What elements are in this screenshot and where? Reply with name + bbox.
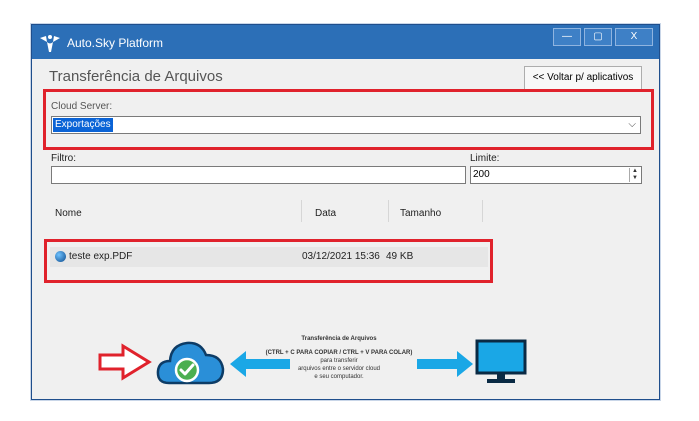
column-separator bbox=[301, 200, 302, 222]
app-logo-icon bbox=[40, 35, 60, 52]
highlight-box-file-row bbox=[44, 239, 493, 283]
app-window: Auto.Sky Platform — ▢ X Transferência de… bbox=[31, 24, 660, 400]
spinner-arrows-icon[interactable]: ▲ ▼ bbox=[629, 168, 640, 182]
filter-label: Filtro: bbox=[51, 153, 76, 164]
app-title: Auto.Sky Platform bbox=[67, 36, 164, 50]
window-controls: — ▢ X bbox=[553, 28, 653, 46]
transfer-instructions: Transferência de Arquivos (CTRL + C PARA… bbox=[259, 335, 419, 381]
column-header-size[interactable]: Tamanho bbox=[400, 208, 441, 219]
page-title: Transferência de Arquivos bbox=[49, 68, 223, 85]
monitor-icon bbox=[475, 339, 527, 383]
instructions-line: arquivos entre o servidor cloud bbox=[297, 366, 381, 372]
column-header-date[interactable]: Data bbox=[315, 208, 336, 219]
instructions-title: Transferência de Arquivos bbox=[301, 336, 377, 342]
limit-stepper[interactable]: 200 ▲ ▼ bbox=[470, 166, 642, 184]
minimize-button[interactable]: — bbox=[553, 28, 581, 46]
title-bar[interactable]: Auto.Sky Platform — ▢ X bbox=[32, 25, 659, 59]
right-arrow-icon bbox=[417, 351, 473, 377]
filter-input[interactable] bbox=[51, 166, 466, 184]
cloud-check-icon bbox=[156, 341, 225, 385]
maximize-button[interactable]: ▢ bbox=[584, 28, 612, 46]
red-outline-arrow-icon bbox=[98, 343, 152, 381]
limit-label: Limite: bbox=[470, 153, 500, 164]
instructions-line: para transferir bbox=[320, 358, 358, 364]
limit-value: 200 bbox=[473, 169, 490, 180]
back-to-apps-button[interactable]: << Voltar p/ aplicativos bbox=[524, 66, 642, 90]
highlight-box-cloud-server bbox=[43, 89, 654, 150]
column-separator bbox=[388, 200, 389, 222]
column-separator bbox=[482, 200, 483, 222]
instructions-shortcuts: (CTRL + C PARA COPIAR / CTRL + V PARA CO… bbox=[265, 350, 413, 356]
close-button[interactable]: X bbox=[615, 28, 653, 46]
column-header-name[interactable]: Nome bbox=[55, 208, 82, 219]
instructions-line: e seu computador. bbox=[314, 374, 364, 380]
